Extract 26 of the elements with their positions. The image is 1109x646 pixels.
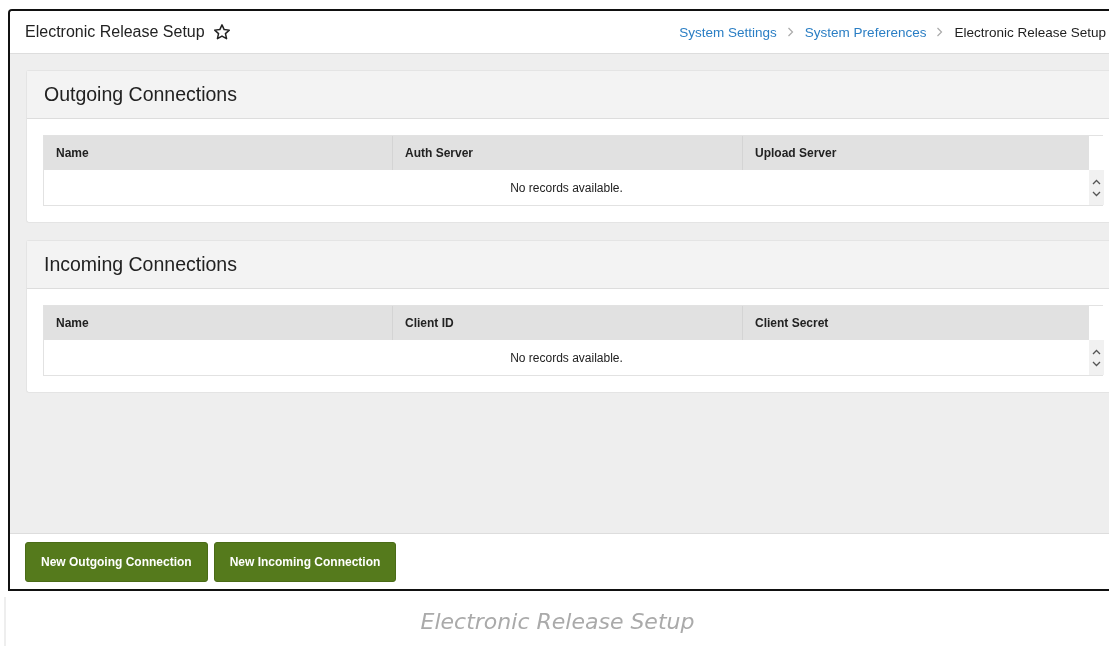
column-header[interactable]: Name [44, 136, 392, 170]
breadcrumb-current: Electronic Release Setup [954, 24, 1106, 40]
page-title: Electronic Release Setup [25, 23, 205, 41]
breadcrumb-link[interactable]: System Settings [679, 24, 777, 40]
scrollbar[interactable] [1089, 340, 1104, 375]
image-caption: Electronic Release Setup [420, 609, 695, 634]
column-header[interactable]: Auth Server [392, 136, 742, 170]
scroll-up-icon[interactable] [1092, 348, 1101, 355]
scrollbar[interactable] [1089, 170, 1104, 205]
action-button[interactable]: New Outgoing Connection [25, 542, 208, 582]
chevron-icon [786, 27, 795, 37]
action-button[interactable]: New Incoming Connection [213, 542, 397, 582]
empty-message: No records available. [509, 349, 624, 367]
scroll-up-icon[interactable] [1092, 178, 1101, 185]
star-icon[interactable] [212, 23, 231, 41]
column-header[interactable]: Client ID [392, 306, 742, 340]
chevron-icon [936, 27, 945, 37]
column-header[interactable]: Name [44, 306, 392, 340]
section-title: Incoming Connections [44, 253, 237, 276]
empty-message: No records available. [509, 179, 624, 197]
section-title: Outgoing Connections [44, 83, 237, 106]
breadcrumb-link[interactable]: System Preferences [804, 24, 927, 40]
scroll-down-icon[interactable] [1092, 190, 1101, 197]
scroll-down-icon[interactable] [1092, 360, 1101, 367]
column-header[interactable]: Upload Server [742, 136, 1089, 170]
column-header[interactable]: Client Secret [742, 306, 1089, 340]
